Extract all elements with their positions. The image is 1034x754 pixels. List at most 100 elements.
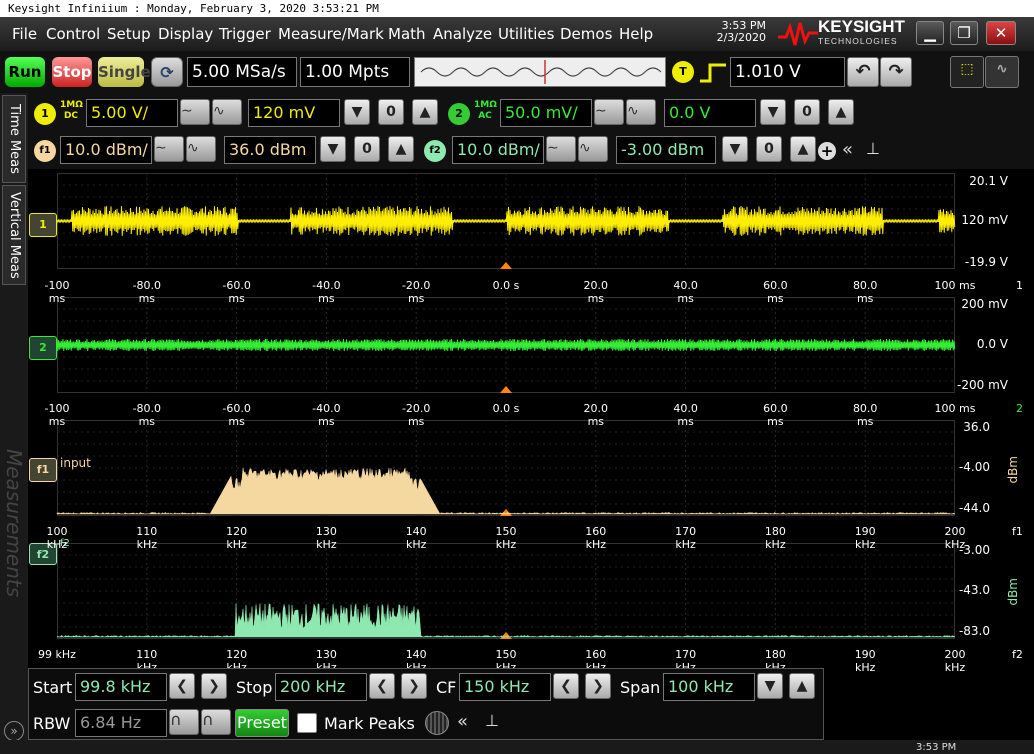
- f1-scale-mid: -4.00: [958, 460, 990, 474]
- time-axis-tick-label: 0.0 s: [492, 279, 520, 292]
- freq-axis-tick-label: 190 kHz: [854, 525, 876, 551]
- status-bar: 3:53 PM: [0, 740, 1034, 754]
- ch2-axis-tag: 2: [1016, 402, 1023, 415]
- time-axis-tick-label: 20.0 ms: [583, 279, 609, 305]
- rbw-filter-b-button[interactable]: ∩: [201, 709, 231, 735]
- stop-decrease-button[interactable]: ❮: [369, 673, 395, 699]
- freq-axis-tick-label: 120 kHz: [226, 525, 248, 551]
- time-axis-tick-label: 40.0 ms: [673, 279, 698, 305]
- freq-axis-tick-label: 180 kHz: [764, 525, 786, 551]
- time-axis-tick-label: -40.0 ms: [312, 279, 341, 305]
- f1-scale-bottom: -44.0: [958, 501, 990, 515]
- time-axis-tick-label: 0.0 s: [492, 402, 520, 415]
- freq-axis-tick-label: 140 kHz: [405, 525, 427, 551]
- chevron-right-icon: ❯: [408, 678, 420, 694]
- status-time: 3:53 PM: [916, 742, 957, 753]
- freq-axis-tick-label: 190 kHz: [854, 648, 876, 674]
- time-axis-tick-label: -100 ms: [44, 402, 70, 428]
- time-axis-tick-label: -20.0 ms: [401, 402, 431, 428]
- rbw-label: RBW: [33, 714, 71, 733]
- span-decrease-button[interactable]: ▼: [757, 673, 783, 699]
- ch1-scale-bottom: -19.9 V: [964, 255, 1008, 269]
- start-increase-button[interactable]: ❯: [201, 673, 227, 699]
- time-axis-tick-label: 60.0 ms: [763, 279, 788, 305]
- start-decrease-button[interactable]: ❮: [169, 673, 195, 699]
- span-label: Span: [620, 678, 661, 697]
- fft-control-panel: Start 99.8 kHz ❮ ❯ Stop 200 kHz ❮ ❯ CF 1…: [28, 668, 824, 740]
- ch1-axis-tag: 1: [1016, 279, 1023, 292]
- freq-axis-tick-label: 150 kHz: [495, 525, 517, 551]
- stop-label: Stop: [236, 678, 273, 697]
- filter-icon: ∩: [202, 710, 214, 729]
- f2-axis-tag: f2: [1012, 648, 1023, 661]
- time-axis-tick-label: 20.0 ms: [583, 402, 609, 428]
- mark-peaks-label: Mark Peaks: [324, 714, 415, 733]
- trigger-position-marker: [500, 386, 512, 393]
- start-freq-field[interactable]: 99.8 kHz: [75, 673, 167, 701]
- pin-fft-button[interactable]: ⊥: [485, 711, 499, 730]
- ch2-scale-bottom: -200 mV: [957, 378, 1008, 392]
- center-freq-field[interactable]: 150 kHz: [459, 673, 551, 701]
- f1-ground-marker[interactable]: f1: [29, 458, 57, 482]
- chevron-down-icon: ▼: [764, 678, 776, 694]
- cf-label: CF: [436, 678, 457, 697]
- time-axis-tick-label: 60.0 ms: [763, 402, 788, 428]
- freq-axis-tick-label: 130 kHz: [315, 525, 337, 551]
- time-axis-tick-label: 100 ms: [934, 279, 976, 292]
- cf-increase-button[interactable]: ❯: [585, 673, 611, 699]
- time-axis-tick-label: -60.0 ms: [222, 402, 251, 428]
- double-chevron-left-icon: «: [457, 711, 469, 732]
- rbw-field[interactable]: 6.84 Hz: [75, 709, 167, 737]
- trigger-position-marker: [500, 509, 512, 516]
- cf-decrease-button[interactable]: ❮: [553, 673, 579, 699]
- chevron-right-icon: ❯: [208, 678, 220, 694]
- f1-axis-tag: f1: [1012, 525, 1023, 538]
- time-axis-tick-label: 80.0 ms: [852, 402, 878, 428]
- stop-increase-button[interactable]: ❯: [401, 673, 427, 699]
- chevron-left-icon: ❮: [560, 678, 572, 694]
- f1-trace-label: input: [60, 456, 91, 470]
- f2-scale-bottom: -83.0: [958, 624, 990, 638]
- rbw-filter-a-button[interactable]: ∩: [169, 709, 199, 735]
- ch1-ground-marker[interactable]: 1: [29, 213, 57, 237]
- time-axis-tick-label: 40.0 ms: [673, 402, 698, 428]
- preset-button[interactable]: Preset: [235, 709, 289, 737]
- filter-icon: ∩: [170, 710, 182, 729]
- chevron-left-icon: ❮: [176, 678, 188, 694]
- collapse-fft-button[interactable]: «: [457, 711, 468, 732]
- trace-layer: [56, 173, 956, 639]
- f1-scale-top: 36.0: [963, 420, 990, 434]
- stop-freq-field[interactable]: 200 kHz: [275, 673, 367, 701]
- chevron-up-icon: ▲: [796, 678, 808, 694]
- ch2-scale-top: 200 mV: [961, 297, 1008, 311]
- time-axis-tick-label: -40.0 ms: [312, 402, 341, 428]
- ch1-scale-mid: 120 mV: [961, 213, 1008, 227]
- ch1-trace: [56, 206, 956, 236]
- f2-scale-mid: -43.0: [958, 583, 990, 597]
- ch2-ground-marker[interactable]: 2: [29, 336, 57, 360]
- chevron-right-icon: ❯: [592, 678, 604, 694]
- freq-axis-tick-label: 100 kHz: [46, 525, 68, 551]
- start-label: Start: [33, 678, 73, 697]
- time-axis-tick-label: -80.0 ms: [132, 402, 162, 428]
- time-axis-tick-label: -100 ms: [44, 279, 70, 305]
- freq-axis-tick-label: 110 kHz: [136, 525, 158, 551]
- span-field[interactable]: 100 kHz: [663, 673, 755, 701]
- time-axis-tick-label: -20.0 ms: [401, 279, 431, 305]
- freq-axis-tick-label: 200 kHz: [944, 525, 966, 551]
- ch2-trace: [56, 338, 956, 352]
- time-axis-tick-label: 80.0 ms: [852, 279, 878, 305]
- freq-axis-tick-label: 200 kHz: [944, 648, 966, 674]
- time-axis-tick-label: -60.0 ms: [222, 279, 251, 305]
- mark-peaks-checkbox[interactable]: [297, 713, 317, 733]
- f2-unit: dBm: [1006, 578, 1020, 606]
- chevron-left-icon: ❮: [376, 678, 388, 694]
- ch1-scale-top: 20.1 V: [969, 174, 1008, 188]
- ch2-scale-mid: 0.0 V: [976, 337, 1008, 351]
- span-increase-button[interactable]: ▲: [789, 673, 815, 699]
- knob-icon[interactable]: [425, 711, 449, 735]
- f1-unit: dBm: [1006, 456, 1020, 484]
- trigger-position-marker: [500, 632, 512, 639]
- freq-axis-tick-label: 99 kHz: [38, 648, 76, 661]
- freq-axis-tick-label: 160 kHz: [585, 525, 607, 551]
